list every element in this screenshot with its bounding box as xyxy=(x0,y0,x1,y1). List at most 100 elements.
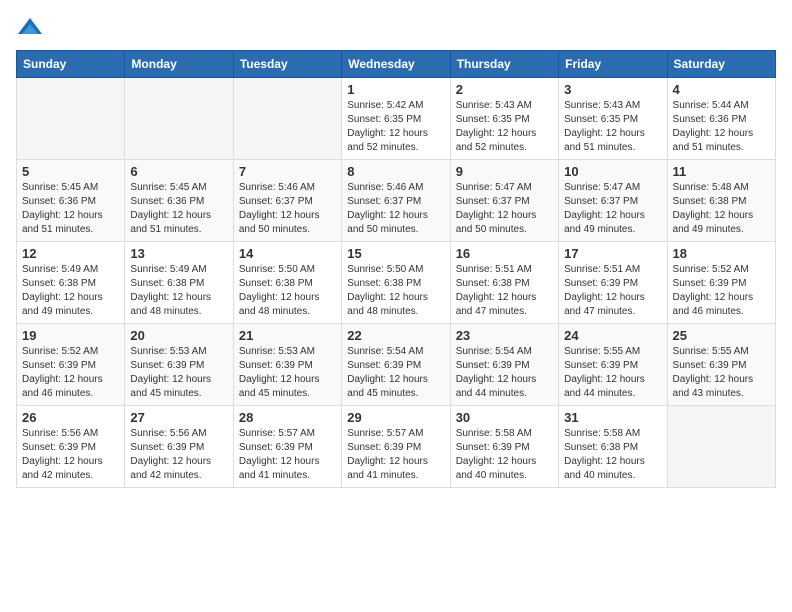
day-info: Sunrise: 5:48 AMSunset: 6:38 PMDaylight:… xyxy=(673,181,770,237)
calendar-cell: 11 Sunrise: 5:48 AMSunset: 6:38 PMDayligh… xyxy=(667,160,775,242)
calendar-cell: 5 Sunrise: 5:45 AMSunset: 6:36 PMDaylight… xyxy=(17,160,125,242)
day-info: Sunrise: 5:53 AMSunset: 6:39 PMDaylight:… xyxy=(130,345,227,401)
day-number: 17 xyxy=(564,246,661,261)
day-info: Sunrise: 5:55 AMSunset: 6:39 PMDaylight:… xyxy=(673,345,770,401)
calendar-week-row: 5 Sunrise: 5:45 AMSunset: 6:36 PMDaylight… xyxy=(17,160,776,242)
day-number: 20 xyxy=(130,328,227,343)
calendar-cell: 26 Sunrise: 5:56 AMSunset: 6:39 PMDayligh… xyxy=(17,406,125,488)
calendar-cell xyxy=(17,78,125,160)
calendar-cell: 8 Sunrise: 5:46 AMSunset: 6:37 PMDaylight… xyxy=(342,160,450,242)
day-info: Sunrise: 5:54 AMSunset: 6:39 PMDaylight:… xyxy=(347,345,444,401)
day-number: 16 xyxy=(456,246,553,261)
calendar-cell: 14 Sunrise: 5:50 AMSunset: 6:38 PMDayligh… xyxy=(233,242,341,324)
day-number: 19 xyxy=(22,328,119,343)
calendar-cell: 19 Sunrise: 5:52 AMSunset: 6:39 PMDayligh… xyxy=(17,324,125,406)
day-info: Sunrise: 5:50 AMSunset: 6:38 PMDaylight:… xyxy=(347,263,444,319)
day-info: Sunrise: 5:56 AMSunset: 6:39 PMDaylight:… xyxy=(130,427,227,483)
day-header-friday: Friday xyxy=(559,51,667,78)
calendar-cell: 23 Sunrise: 5:54 AMSunset: 6:39 PMDayligh… xyxy=(450,324,558,406)
day-info: Sunrise: 5:57 AMSunset: 6:39 PMDaylight:… xyxy=(239,427,336,483)
calendar-cell: 27 Sunrise: 5:56 AMSunset: 6:39 PMDayligh… xyxy=(125,406,233,488)
calendar-cell: 9 Sunrise: 5:47 AMSunset: 6:37 PMDaylight… xyxy=(450,160,558,242)
day-number: 26 xyxy=(22,410,119,425)
day-info: Sunrise: 5:45 AMSunset: 6:36 PMDaylight:… xyxy=(130,181,227,237)
day-number: 9 xyxy=(456,164,553,179)
day-info: Sunrise: 5:47 AMSunset: 6:37 PMDaylight:… xyxy=(564,181,661,237)
day-info: Sunrise: 5:43 AMSunset: 6:35 PMDaylight:… xyxy=(564,99,661,155)
day-number: 22 xyxy=(347,328,444,343)
calendar-week-row: 12 Sunrise: 5:49 AMSunset: 6:38 PMDayligh… xyxy=(17,242,776,324)
day-info: Sunrise: 5:57 AMSunset: 6:39 PMDaylight:… xyxy=(347,427,444,483)
day-info: Sunrise: 5:47 AMSunset: 6:37 PMDaylight:… xyxy=(456,181,553,237)
day-header-thursday: Thursday xyxy=(450,51,558,78)
calendar-cell: 30 Sunrise: 5:58 AMSunset: 6:39 PMDayligh… xyxy=(450,406,558,488)
day-info: Sunrise: 5:51 AMSunset: 6:39 PMDaylight:… xyxy=(564,263,661,319)
day-info: Sunrise: 5:52 AMSunset: 6:39 PMDaylight:… xyxy=(673,263,770,319)
day-info: Sunrise: 5:56 AMSunset: 6:39 PMDaylight:… xyxy=(22,427,119,483)
calendar-week-row: 26 Sunrise: 5:56 AMSunset: 6:39 PMDayligh… xyxy=(17,406,776,488)
day-number: 15 xyxy=(347,246,444,261)
calendar-cell: 13 Sunrise: 5:49 AMSunset: 6:38 PMDayligh… xyxy=(125,242,233,324)
calendar-cell: 29Sunrise: 5:57 AMSunset: 6:39 PMDayligh… xyxy=(342,406,450,488)
calendar-cell: 6Sunrise: 5:45 AMSunset: 6:36 PMDaylight… xyxy=(125,160,233,242)
day-number: 30 xyxy=(456,410,553,425)
day-number: 18 xyxy=(673,246,770,261)
day-info: Sunrise: 5:42 AMSunset: 6:35 PMDaylight:… xyxy=(347,99,444,155)
calendar-cell: 15 Sunrise: 5:50 AMSunset: 6:38 PMDayligh… xyxy=(342,242,450,324)
day-number: 7 xyxy=(239,164,336,179)
calendar-cell: 12 Sunrise: 5:49 AMSunset: 6:38 PMDayligh… xyxy=(17,242,125,324)
calendar-cell: 18 Sunrise: 5:52 AMSunset: 6:39 PMDayligh… xyxy=(667,242,775,324)
calendar-table: SundayMondayTuesdayWednesdayThursdayFrid… xyxy=(16,50,776,488)
day-info: Sunrise: 5:44 AMSunset: 6:36 PMDaylight:… xyxy=(673,99,770,155)
day-number: 2 xyxy=(456,82,553,97)
day-number: 11 xyxy=(673,164,770,179)
calendar-cell: 24 Sunrise: 5:55 AMSunset: 6:39 PMDayligh… xyxy=(559,324,667,406)
day-number: 14 xyxy=(239,246,336,261)
day-info: Sunrise: 5:46 AMSunset: 6:37 PMDaylight:… xyxy=(239,181,336,237)
day-info: Sunrise: 5:43 AMSunset: 6:35 PMDaylight:… xyxy=(456,99,553,155)
day-number: 12 xyxy=(22,246,119,261)
day-info: Sunrise: 5:55 AMSunset: 6:39 PMDaylight:… xyxy=(564,345,661,401)
day-number: 31 xyxy=(564,410,661,425)
calendar-cell: 1 Sunrise: 5:42 AMSunset: 6:35 PMDaylight… xyxy=(342,78,450,160)
day-info: Sunrise: 5:49 AMSunset: 6:38 PMDaylight:… xyxy=(22,263,119,319)
day-number: 8 xyxy=(347,164,444,179)
calendar-cell: 31 Sunrise: 5:58 AMSunset: 6:38 PMDayligh… xyxy=(559,406,667,488)
day-number: 21 xyxy=(239,328,336,343)
day-header-saturday: Saturday xyxy=(667,51,775,78)
calendar-cell: 17 Sunrise: 5:51 AMSunset: 6:39 PMDayligh… xyxy=(559,242,667,324)
day-header-monday: Monday xyxy=(125,51,233,78)
day-info: Sunrise: 5:58 AMSunset: 6:39 PMDaylight:… xyxy=(456,427,553,483)
calendar-cell xyxy=(125,78,233,160)
day-number: 4 xyxy=(673,82,770,97)
day-number: 27 xyxy=(130,410,227,425)
day-number: 1 xyxy=(347,82,444,97)
day-info: Sunrise: 5:49 AMSunset: 6:38 PMDaylight:… xyxy=(130,263,227,319)
day-number: 5 xyxy=(22,164,119,179)
calendar-cell: 16 Sunrise: 5:51 AMSunset: 6:38 PMDayligh… xyxy=(450,242,558,324)
day-info: Sunrise: 5:51 AMSunset: 6:38 PMDaylight:… xyxy=(456,263,553,319)
calendar-cell: 25 Sunrise: 5:55 AMSunset: 6:39 PMDayligh… xyxy=(667,324,775,406)
day-info: Sunrise: 5:52 AMSunset: 6:39 PMDaylight:… xyxy=(22,345,119,401)
page-header xyxy=(16,16,776,38)
calendar-week-row: 1 Sunrise: 5:42 AMSunset: 6:35 PMDaylight… xyxy=(17,78,776,160)
calendar-cell: 2 Sunrise: 5:43 AMSunset: 6:35 PMDaylight… xyxy=(450,78,558,160)
day-number: 13 xyxy=(130,246,227,261)
calendar-cell: 28Sunrise: 5:57 AMSunset: 6:39 PMDayligh… xyxy=(233,406,341,488)
day-info: Sunrise: 5:50 AMSunset: 6:38 PMDaylight:… xyxy=(239,263,336,319)
calendar-cell: 10 Sunrise: 5:47 AMSunset: 6:37 PMDayligh… xyxy=(559,160,667,242)
day-number: 23 xyxy=(456,328,553,343)
calendar-cell: 20 Sunrise: 5:53 AMSunset: 6:39 PMDayligh… xyxy=(125,324,233,406)
day-header-tuesday: Tuesday xyxy=(233,51,341,78)
day-number: 10 xyxy=(564,164,661,179)
day-info: Sunrise: 5:45 AMSunset: 6:36 PMDaylight:… xyxy=(22,181,119,237)
day-info: Sunrise: 5:53 AMSunset: 6:39 PMDaylight:… xyxy=(239,345,336,401)
logo-icon xyxy=(16,16,44,38)
day-header-wednesday: Wednesday xyxy=(342,51,450,78)
day-info: Sunrise: 5:58 AMSunset: 6:38 PMDaylight:… xyxy=(564,427,661,483)
day-info: Sunrise: 5:54 AMSunset: 6:39 PMDaylight:… xyxy=(456,345,553,401)
day-number: 24 xyxy=(564,328,661,343)
logo xyxy=(16,16,46,38)
day-info: Sunrise: 5:46 AMSunset: 6:37 PMDaylight:… xyxy=(347,181,444,237)
day-number: 25 xyxy=(673,328,770,343)
